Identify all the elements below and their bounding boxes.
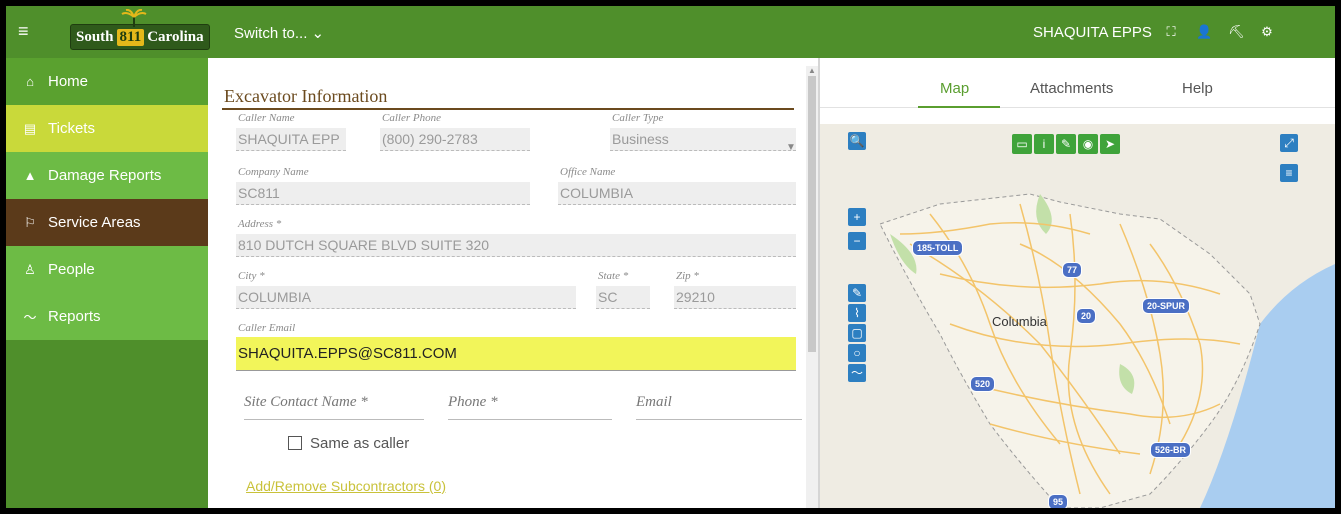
page-title: Excavator Information [224,86,388,106]
sidebar-item-label: Home [48,73,89,90]
scrollbar-thumb[interactable] [808,76,816,352]
expand-icon[interactable]: ⛶ [1164,24,1178,40]
same-as-caller-label: Same as caller [310,435,410,452]
highway-shield: 20-SPUR [1142,298,1191,314]
info-tool-icon[interactable]: i [1034,134,1054,154]
caller-email-field[interactable]: SHAQUITA.EPPS@SC811.COM [236,337,796,371]
person-icon[interactable]: 👤 [1196,24,1212,40]
comment-tool-icon[interactable]: ▭ [1012,134,1032,154]
excavator-icon[interactable]: ⛏ [1228,24,1245,40]
sidebar-item-label: Reports [48,308,101,325]
site-contact-name-input[interactable]: Site Contact Name * [244,394,424,420]
address-label: Address * [238,218,282,230]
office-name-field[interactable]: COLUMBIA [558,182,796,205]
app-window: ≡ South 811 Carolina Switch to... ⌄ SHAQ… [6,6,1335,508]
form-scrollbar[interactable]: ▲ [806,66,818,508]
edit-shape-icon[interactable]: ✎ [848,284,866,302]
state-field[interactable]: SC [596,286,650,309]
palm-tree-icon [121,9,147,27]
title-divider [222,108,794,110]
map-view[interactable]: Columbia 185-TOLL 77 20 20-SPUR 520 526-… [820,124,1335,508]
logo-text-right: Carolina [147,28,204,45]
company-name-field[interactable]: SC811 [236,182,530,205]
toolbar-icons: ⛶ 👤 ⛏ ⚙ [1164,24,1274,40]
right-panel: Map Attachments Help Columbia 185-TOLL 7… [820,58,1335,508]
city-label: City * [238,270,265,282]
home-icon: ⌂ [26,74,34,89]
city-field[interactable]: COLUMBIA [236,286,576,309]
highway-shield: 526-BR [1150,442,1192,458]
office-name-label: Office Name [560,166,616,178]
highway-shield: 20 [1076,308,1097,324]
caller-name-field[interactable]: SHAQUITA EPP [236,128,346,151]
map-city-label: Columbia [992,314,1047,329]
zoom-out-icon[interactable]: − [848,232,866,250]
logo-text-left: South [76,28,114,45]
sidebar-item-people[interactable]: ♙ People [6,246,208,293]
top-bar: ≡ South 811 Carolina Switch to... ⌄ SHAQ… [6,6,1335,58]
highway-shield: 77 [1062,262,1083,278]
active-tab-indicator [918,106,1000,108]
zip-label: Zip * [676,270,699,282]
navigate-tool-icon[interactable]: ➤ [1100,134,1120,154]
switch-to-dropdown[interactable]: Switch to... ⌄ [234,24,324,42]
caller-type-select[interactable]: Business [610,128,796,151]
document-icon: ▤ [23,120,37,136]
person-icon: ♙ [24,261,36,277]
highway-shield: 520 [970,376,996,392]
tab-map[interactable]: Map [940,80,969,97]
tab-help[interactable]: Help [1182,80,1213,97]
sidebar: ⌂ Home ▤ Tickets ▲ Damage Reports ⚐ Serv… [6,58,208,508]
sidebar-item-home[interactable]: ⌂ Home [6,58,208,105]
sidebar-item-tickets[interactable]: ▤ Tickets [6,105,208,152]
sidebar-item-label: Damage Reports [48,167,162,184]
caller-name-label: Caller Name [238,112,295,124]
chevron-down-icon[interactable]: ▼ [786,142,796,153]
rectangle-icon[interactable]: ▢ [848,324,866,342]
tab-attachments[interactable]: Attachments [1030,80,1113,97]
sidebar-item-label: Tickets [48,120,95,137]
sidebar-item-service-areas[interactable]: ⚐ Service Areas [6,199,208,246]
sidebar-item-damage-reports[interactable]: ▲ Damage Reports [6,152,208,199]
highway-shield: 185-TOLL [912,240,964,256]
zip-field[interactable]: 29210 [674,286,796,309]
highway-shield: 95 [1048,494,1069,508]
cone-icon: ▲ [23,168,37,183]
sidebar-fill [6,340,208,508]
caller-phone-label: Caller Phone [382,112,441,124]
layers-list-icon[interactable]: ≡ [1280,164,1298,182]
scroll-up-icon[interactable]: ▲ [808,66,816,75]
settings-icon[interactable]: ⚙ [1260,24,1274,40]
user-name[interactable]: SHAQUITA EPPS [1033,24,1152,41]
marker-tool-icon[interactable]: ◉ [1078,134,1098,154]
same-as-caller-checkbox[interactable] [288,436,302,450]
map-search-icon[interactable]: 🔍 [848,132,866,150]
hamburger-menu-icon[interactable]: ≡ [18,22,29,40]
site-email-placeholder: Email [636,394,672,410]
site-email-input[interactable]: Email [636,394,802,420]
logo[interactable]: South 811 Carolina [70,9,210,50]
caller-type-label: Caller Type [612,112,664,124]
circle-icon[interactable]: ○ [848,344,866,362]
panel-tabs: Map Attachments Help [820,58,1335,108]
site-phone-input[interactable]: Phone * [448,394,612,420]
chart-icon: 〜 [23,310,37,325]
caller-phone-field[interactable]: (800) 290-2783 [380,128,530,151]
line-icon[interactable]: 〜 [848,364,866,382]
flag-icon: ⚐ [24,214,36,230]
sidebar-item-label: People [48,261,95,278]
add-remove-subcontractors-link[interactable]: Add/Remove Subcontractors (0) [246,478,446,494]
caller-email-label: Caller Email [238,322,296,334]
state-label: State * [598,270,629,282]
sidebar-item-reports[interactable]: 〜 Reports [6,293,208,340]
company-name-label: Company Name [238,166,309,178]
address-field[interactable]: 810 DUTCH SQUARE BLVD SUITE 320 [236,234,796,257]
logo-text-number: 811 [116,28,145,46]
zoom-in-icon[interactable]: + [848,208,866,226]
draw-tool-icon[interactable]: ✎ [1056,134,1076,154]
polyline-icon[interactable]: ⌇ [848,304,866,322]
excavator-form: Excavator Information Caller Name SHAQUI… [208,58,808,508]
sidebar-item-label: Service Areas [48,214,141,231]
fullscreen-icon[interactable]: ⤢ [1280,134,1298,152]
